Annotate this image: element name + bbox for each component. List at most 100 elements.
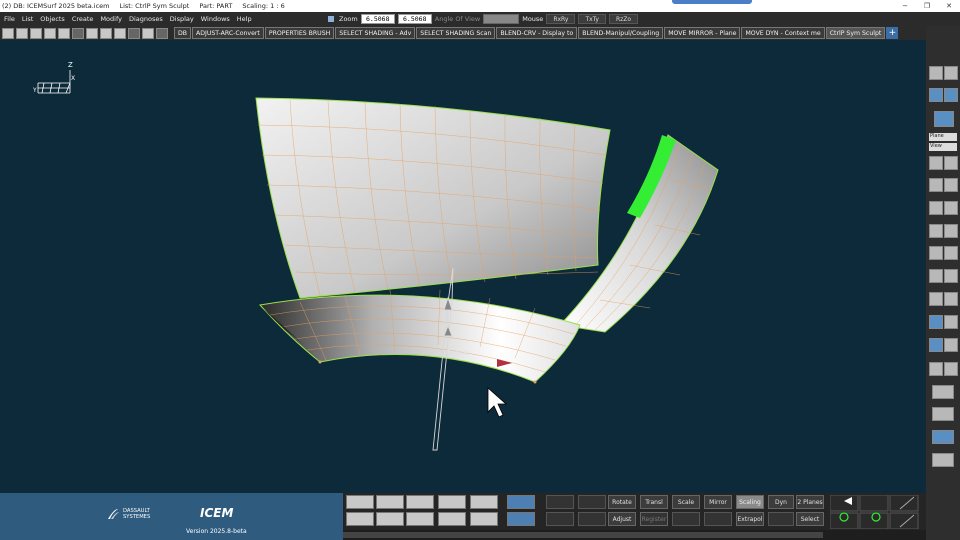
tool-icon[interactable]: [929, 362, 943, 376]
tool-icon[interactable]: [944, 315, 958, 329]
bottom-scrollbar[interactable]: [343, 530, 926, 540]
add-tab-button[interactable]: +: [886, 27, 899, 39]
scaling-button[interactable]: Scaling: [736, 495, 764, 509]
menu-windows[interactable]: Windows: [198, 15, 233, 23]
upper-surface[interactable]: [255, 97, 611, 299]
tool-icon[interactable]: [944, 338, 958, 352]
tool-icon[interactable]: [944, 292, 958, 306]
maximize-button[interactable]: ❐: [916, 0, 938, 12]
copy-icon[interactable]: [100, 27, 112, 39]
menu-modify[interactable]: Modify: [97, 15, 125, 23]
curve-icon[interactable]: [376, 495, 404, 509]
register-button[interactable]: Register: [640, 512, 668, 526]
mirror-button[interactable]: Mirror: [704, 495, 732, 509]
zoom-field-1[interactable]: 6.5068: [360, 14, 395, 24]
tool-icon[interactable]: [929, 292, 943, 306]
split-icon[interactable]: [376, 512, 404, 526]
points-icon[interactable]: [438, 495, 466, 509]
transl-button[interactable]: Transl: [640, 495, 668, 509]
menu-display[interactable]: Display: [167, 15, 197, 23]
tab-blend-crv[interactable]: BLEND-CRV - Display to: [496, 27, 578, 39]
3d-viewport[interactable]: Z X Y Plane: [0, 40, 926, 493]
menu-list[interactable]: List: [19, 15, 36, 23]
tab-select-shading-adv[interactable]: SELECT SHADING - Adv: [335, 27, 416, 39]
lower-surface[interactable]: [259, 294, 581, 383]
tool-icon[interactable]: [944, 201, 958, 215]
menu-help[interactable]: Help: [234, 15, 255, 23]
adjust-button[interactable]: Adjust: [608, 512, 636, 526]
camera-icon[interactable]: [483, 14, 520, 24]
tab-move-mirror[interactable]: MOVE MIRROR - Plane: [664, 27, 741, 39]
tool-icon[interactable]: [929, 315, 943, 329]
grid-icon[interactable]: [142, 27, 154, 39]
tool-icon[interactable]: [932, 385, 954, 399]
menu-objects[interactable]: Objects: [37, 15, 68, 23]
patch-icon[interactable]: [438, 512, 466, 526]
menu-file[interactable]: File: [1, 15, 18, 23]
light-icon[interactable]: [944, 88, 958, 102]
render-icon[interactable]: [929, 66, 943, 80]
tab-move-dyn[interactable]: MOVE DYN - Context me: [741, 27, 825, 39]
save-as-icon[interactable]: [44, 27, 56, 39]
open-icon[interactable]: [16, 27, 28, 39]
txty-button[interactable]: TxTy: [578, 14, 606, 24]
manipulator-icons[interactable]: [830, 495, 926, 529]
tab-properties-brush[interactable]: PROPERTIES BRUSH: [264, 27, 335, 39]
eye-icon[interactable]: [406, 495, 434, 509]
surface-icon[interactable]: [346, 495, 374, 509]
close-button[interactable]: ✕: [938, 0, 960, 12]
minimize-button[interactable]: −: [894, 0, 916, 12]
undo-icon[interactable]: [72, 27, 84, 39]
globe-icon[interactable]: [932, 430, 954, 444]
extrapol-button[interactable]: Extrapol: [736, 512, 764, 526]
tab-blend-manipul[interactable]: BLEND-Manipul/Coupling: [578, 27, 664, 39]
scrollbar-thumb[interactable]: [343, 532, 823, 538]
tool-icon[interactable]: [944, 178, 958, 192]
copy-surface-icon[interactable]: [346, 512, 374, 526]
tool-icon[interactable]: [929, 156, 943, 170]
tool-icon[interactable]: [929, 269, 943, 283]
tool-icon[interactable]: [944, 246, 958, 260]
tool-icon[interactable]: [932, 407, 954, 421]
paste-icon[interactable]: [114, 27, 126, 39]
sphere-icon[interactable]: [929, 88, 943, 102]
tool-icon[interactable]: [944, 224, 958, 238]
window-drag-handle[interactable]: [672, 0, 752, 4]
tool-icon[interactable]: [944, 269, 958, 283]
redo-icon[interactable]: [86, 27, 98, 39]
tool-icon[interactable]: [944, 156, 958, 170]
save-icon[interactable]: [30, 27, 42, 39]
select-button[interactable]: Select: [796, 512, 824, 526]
tool-icon[interactable]: [929, 178, 943, 192]
list-icon[interactable]: [128, 27, 140, 39]
tool-icon[interactable]: [929, 246, 943, 260]
rxry-button[interactable]: RxRy: [546, 14, 576, 24]
zoom-field-2[interactable]: 6.5068: [397, 14, 432, 24]
texture-icon[interactable]: [944, 66, 958, 80]
tool-icon[interactable]: [929, 201, 943, 215]
tool-icon[interactable]: [944, 362, 958, 376]
tab-db[interactable]: DB: [174, 27, 192, 39]
environment-icon[interactable]: [934, 111, 954, 127]
cut-icon[interactable]: [406, 512, 434, 526]
frame-icon[interactable]: [470, 495, 498, 509]
snowflake-icon[interactable]: [507, 512, 535, 526]
menu-create[interactable]: Create: [69, 15, 97, 23]
menu-diagnoses[interactable]: Diagnoses: [126, 15, 166, 23]
tool-icon[interactable]: [929, 338, 943, 352]
two-planes-button[interactable]: 2 Planes: [796, 495, 824, 509]
scale-button[interactable]: Scale: [672, 495, 700, 509]
rzzo-button[interactable]: RzZo: [608, 14, 639, 24]
grid-icon[interactable]: [470, 512, 498, 526]
view-select[interactable]: View: [929, 143, 957, 151]
tool-icon[interactable]: [929, 224, 943, 238]
search-icon[interactable]: [932, 453, 954, 467]
tab-adjust-arc[interactable]: ADJUST-ARC-Convert: [192, 27, 264, 39]
layers-icon[interactable]: [156, 27, 168, 39]
plane-select[interactable]: Plane: [929, 133, 957, 141]
new-icon[interactable]: [2, 27, 14, 39]
rotate-button[interactable]: Rotate: [608, 495, 636, 509]
dyn-button[interactable]: Dyn: [768, 495, 794, 509]
tab-select-shading-scan[interactable]: SELECT SHADING Scan: [416, 27, 496, 39]
print-icon[interactable]: [58, 27, 70, 39]
